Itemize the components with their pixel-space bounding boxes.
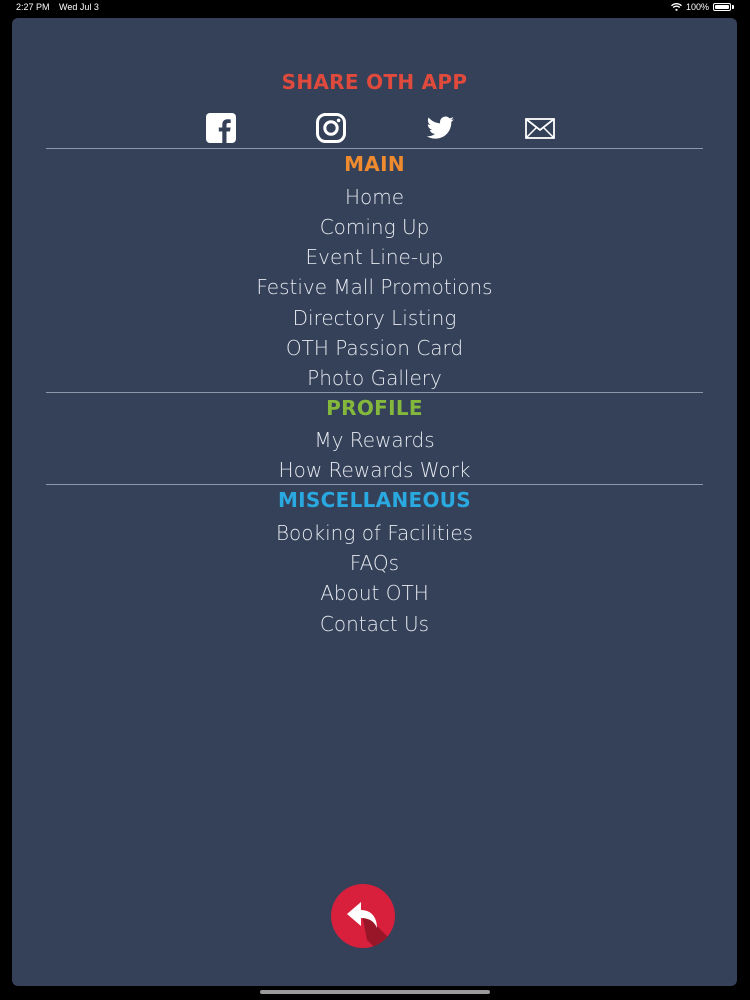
menu-item-about-oth[interactable]: About OTH (12, 581, 737, 605)
instagram-icon[interactable] (315, 112, 347, 144)
divider-profile (46, 392, 703, 393)
section-title-main: MAIN (344, 152, 405, 176)
home-indicator (260, 990, 490, 994)
section-title-profile: PROFILE (326, 396, 423, 420)
battery-icon (713, 3, 731, 11)
status-date: Wed Jul 3 (59, 2, 99, 12)
social-share-row (12, 112, 737, 144)
status-time: 2:27 PM (16, 2, 50, 12)
status-right: 100% (671, 2, 734, 12)
divider-misc (46, 484, 703, 485)
mail-icon[interactable] (524, 112, 556, 144)
reply-arrow-icon (347, 902, 395, 948)
facebook-icon[interactable] (205, 112, 237, 144)
menu-item-contact-us[interactable]: Contact Us (12, 612, 737, 636)
section-title-misc: MISCELLANEOUS (277, 488, 471, 512)
menu-item-faqs[interactable]: FAQs (12, 551, 737, 575)
status-bar: 2:27 PM Wed Jul 3 100% (0, 0, 750, 16)
menu-item-directory-listing[interactable]: Directory Listing (12, 306, 737, 330)
battery-cap (732, 5, 734, 9)
menu-item-photo-gallery[interactable]: Photo Gallery (12, 366, 737, 390)
wifi-icon (671, 3, 682, 11)
share-title: SHARE OTH APP (281, 70, 468, 94)
divider-main (46, 148, 703, 149)
twitter-icon[interactable] (424, 112, 456, 144)
menu-item-event-line-up[interactable]: Event Line-up (12, 245, 737, 269)
menu-item-oth-passion-card[interactable]: OTH Passion Card (12, 336, 737, 360)
menu-item-home[interactable]: Home (12, 185, 737, 209)
menu-panel: SHARE OTH APP MAIN Home Coming Up Event … (12, 18, 737, 986)
menu-item-my-rewards[interactable]: My Rewards (12, 428, 737, 452)
menu-item-how-rewards-work[interactable]: How Rewards Work (12, 458, 737, 482)
back-button[interactable] (331, 884, 395, 948)
menu-item-coming-up[interactable]: Coming Up (12, 215, 737, 239)
menu-item-booking-of-facilities[interactable]: Booking of Facilities (12, 521, 737, 545)
battery-percent: 100% (685, 2, 709, 12)
menu-item-festive-mall-promotions[interactable]: Festive Mall Promotions (12, 275, 737, 299)
